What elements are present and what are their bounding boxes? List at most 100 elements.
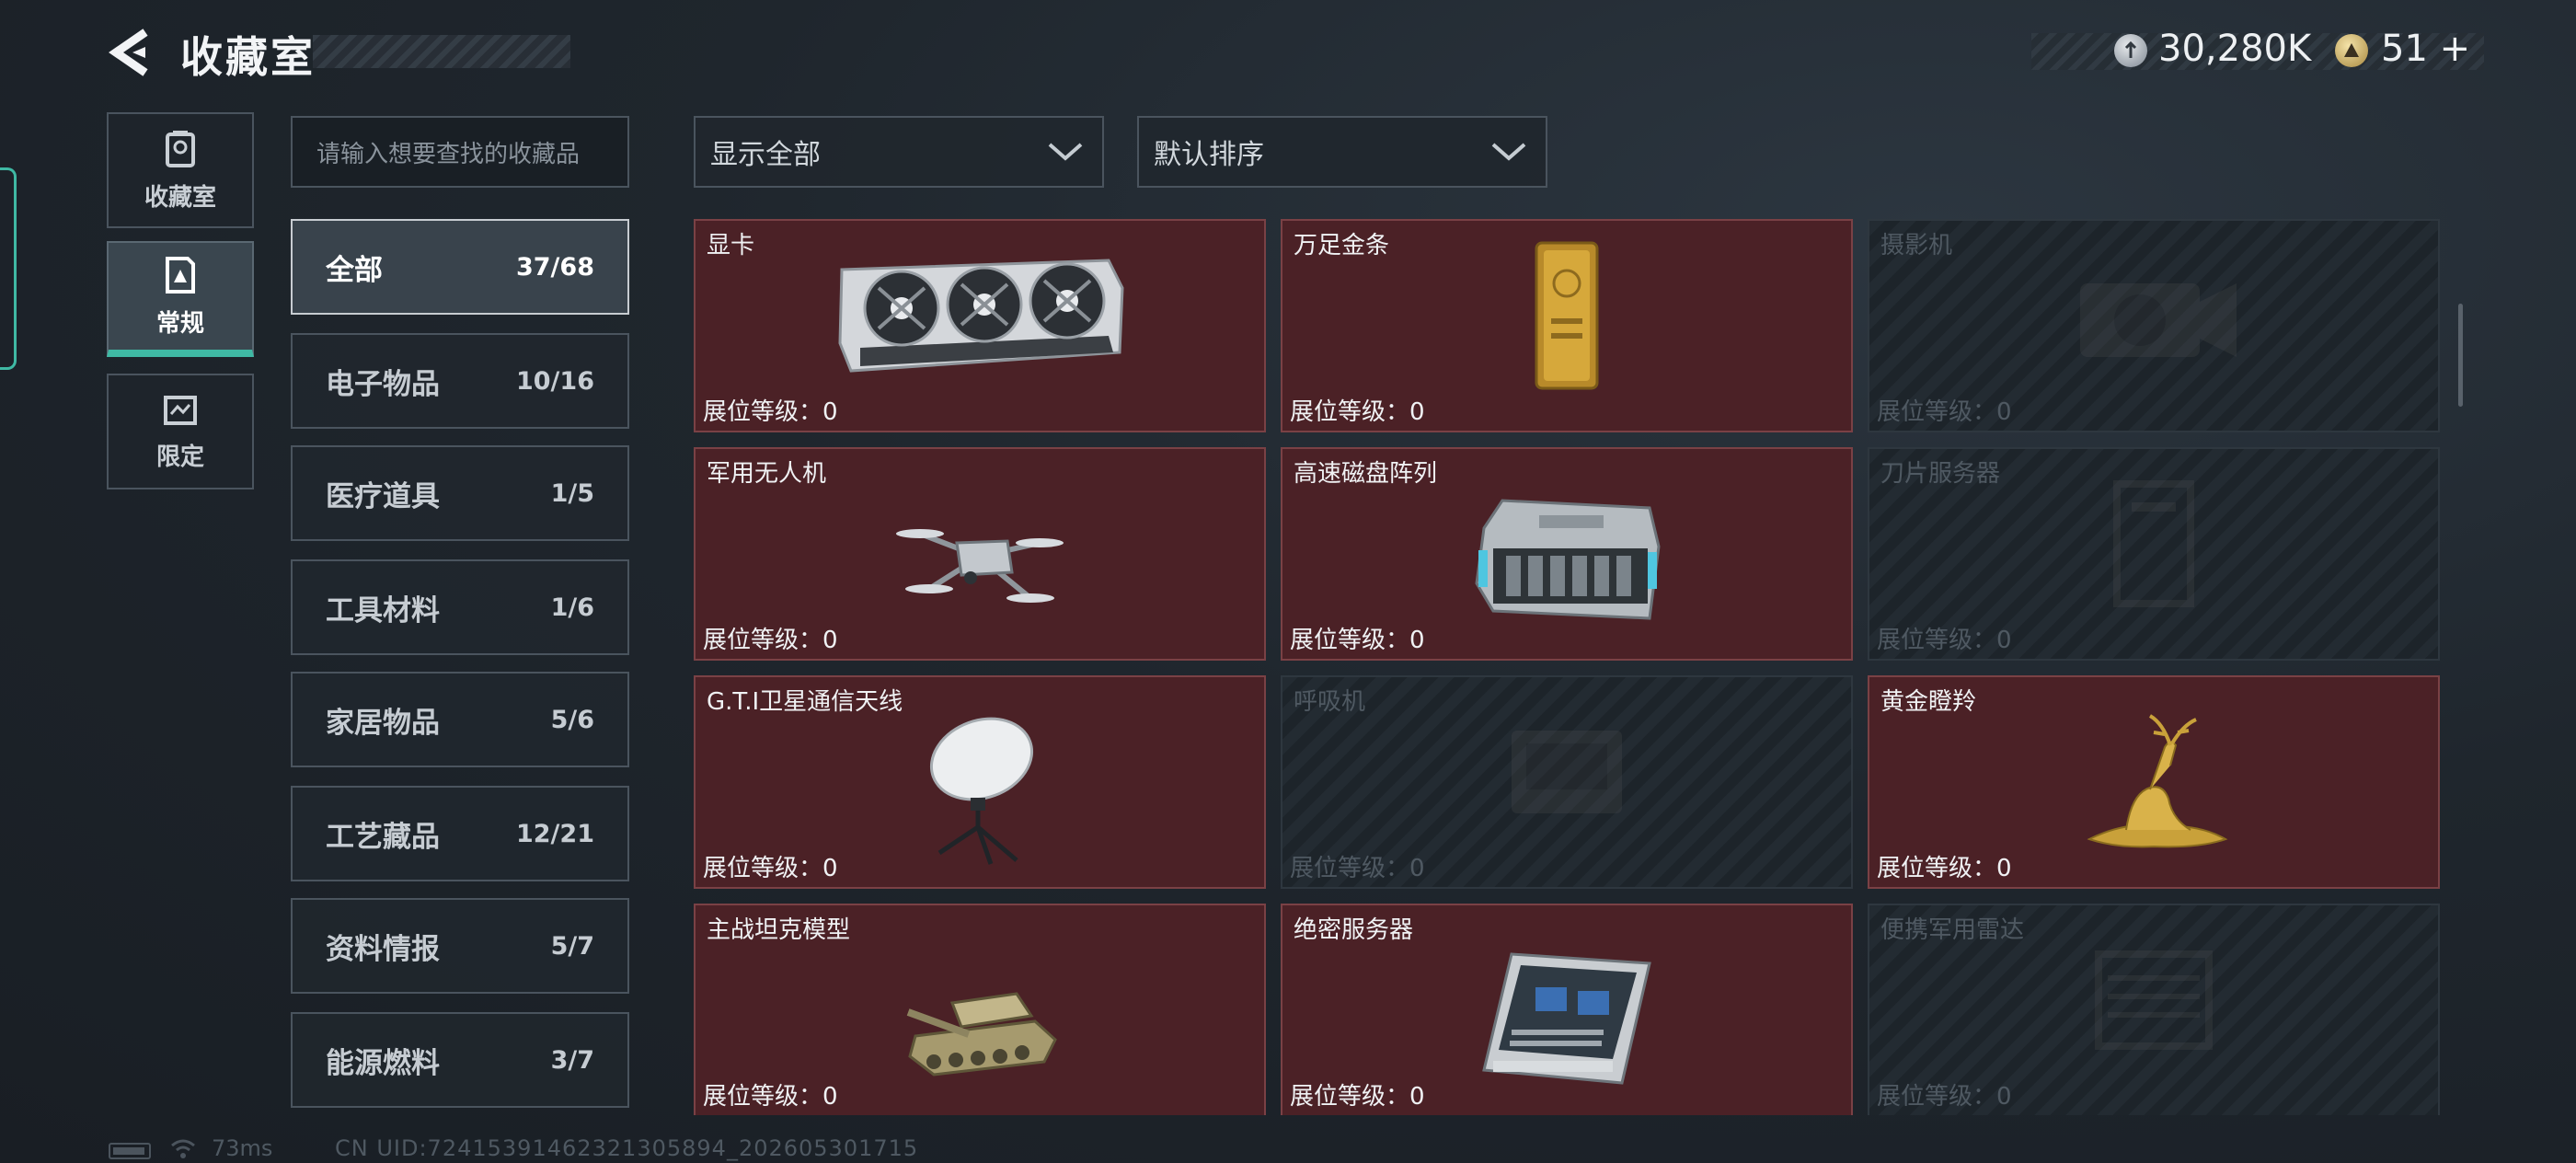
category-name: 工具材料 [326, 593, 440, 628]
wifi-icon [169, 1137, 197, 1159]
search-placeholder: 请输入想要查找的收藏品 [316, 140, 581, 168]
category-tools[interactable]: 工具材料 1/6 [291, 559, 629, 655]
money-value: 30,280K [2158, 28, 2312, 70]
category-count: 37/68 [515, 252, 594, 282]
item-card-disk-array[interactable]: 高速磁盘阵列 展位等级：0 [1281, 447, 1853, 661]
disk-array-icon [1466, 491, 1668, 633]
graphics-card-icon [833, 251, 1127, 384]
category-household[interactable]: 家居物品 5/6 [291, 672, 629, 767]
category-name: 全部 [326, 253, 383, 287]
category-name: 医疗道具 [326, 479, 440, 513]
drone-icon [892, 488, 1067, 629]
item-level: 展位等级：0 [703, 1083, 838, 1111]
tank-model-icon [897, 948, 1063, 1089]
nav-regular-label: 常规 [155, 309, 204, 338]
item-level: 展位等级：0 [703, 398, 838, 426]
ventilator-icon [1493, 712, 1640, 835]
item-card-server[interactable]: 绝密服务器 展位等级：0 [1281, 904, 1853, 1115]
item-card-camera[interactable]: 摄影机 展位等级：0 [1868, 219, 2440, 432]
gold-ticket-icon [2335, 34, 2368, 67]
category-count: 3/7 [550, 1045, 594, 1075]
grid-scrollbar[interactable] [2458, 304, 2463, 407]
category-count: 10/16 [515, 366, 594, 396]
ticket-value[interactable]: 51 + [2381, 28, 2470, 70]
item-card-golden-gazelle[interactable]: 黄金瞪羚 展位等级：0 [1868, 675, 2440, 889]
category-name: 资料情报 [326, 932, 440, 966]
item-card-radar[interactable]: 便携军用雷达 展位等级：0 [1868, 904, 2440, 1115]
category-fuel[interactable]: 能源燃料 3/7 [291, 1012, 629, 1108]
server-icon [1475, 945, 1659, 1096]
nav-limited-label: 限定 [155, 443, 204, 471]
item-name: 军用无人机 [707, 460, 827, 488]
back-arrow-icon [109, 29, 148, 76]
category-intel[interactable]: 资料情报 5/7 [291, 898, 629, 994]
item-name: 主战坦克模型 [707, 916, 851, 944]
category-name: 能源燃料 [326, 1046, 440, 1080]
item-level: 展位等级：0 [703, 855, 838, 882]
sort-value: 默认排序 [1154, 139, 1264, 171]
item-name: 摄影机 [1880, 232, 1953, 259]
item-card-drone[interactable]: 军用无人机 展位等级：0 [694, 447, 1266, 661]
ticket-count: 51 [2381, 28, 2428, 70]
nav-limited[interactable]: 限定 [107, 374, 254, 489]
category-electronics[interactable]: 电子物品 10/16 [291, 333, 629, 429]
item-name: 显卡 [707, 232, 755, 259]
satellite-antenna-icon [906, 715, 1053, 875]
display-filter-dropdown[interactable]: 显示全部 [694, 116, 1104, 188]
search-input[interactable]: 请输入想要查找的收藏品 [291, 116, 629, 188]
gold-bar-icon [1525, 237, 1608, 397]
collection-icon [166, 256, 195, 294]
category-medical[interactable]: 医疗道具 1/5 [291, 445, 629, 541]
silver-coin-icon [2114, 34, 2147, 67]
item-level: 展位等级：0 [1290, 1083, 1425, 1111]
item-name: 呼吸机 [1294, 688, 1366, 716]
item-level: 展位等级：0 [1290, 398, 1425, 426]
item-name: 黄金瞪羚 [1880, 688, 1977, 716]
item-card-gold-bar[interactable]: 万足金条 展位等级：0 [1281, 219, 1853, 432]
item-card-graphics-card[interactable]: 显卡 展位等级：0 [694, 219, 1266, 432]
item-card-blade-server[interactable]: 刀片服务器 展位等级：0 [1868, 447, 2440, 661]
page-title: 收藏室 [180, 32, 316, 82]
item-card-tank-model[interactable]: 主战坦克模型 展位等级：0 [694, 904, 1266, 1115]
category-count: 1/6 [550, 593, 594, 622]
item-level: 展位等级：0 [1290, 855, 1425, 882]
item-name: 便携军用雷达 [1880, 916, 2025, 944]
back-button[interactable] [103, 28, 158, 77]
category-count: 1/5 [550, 478, 594, 508]
category-count: 12/21 [515, 819, 594, 848]
item-name: 刀片服务器 [1880, 460, 2001, 488]
category-crafts[interactable]: 工艺藏品 12/21 [291, 786, 629, 881]
radar-icon [2071, 936, 2237, 1068]
item-card-ventilator[interactable]: 呼吸机 展位等级：0 [1281, 675, 1853, 889]
battery-icon [109, 1143, 151, 1159]
category-name: 工艺藏品 [326, 820, 440, 854]
item-level: 展位等级：0 [1877, 1083, 2012, 1111]
side-drawer-tab[interactable] [0, 167, 17, 370]
limited-icon [164, 395, 197, 425]
add-ticket-button[interactable]: + [2440, 28, 2471, 70]
camera-icon [2062, 256, 2246, 379]
golden-gazelle-icon [2062, 710, 2246, 870]
ping-value: 73ms [212, 1135, 273, 1161]
nav-vault-label: 收藏室 [144, 183, 216, 212]
category-count: 5/6 [550, 705, 594, 734]
sort-dropdown[interactable]: 默认排序 [1137, 116, 1547, 188]
title-decoration [313, 35, 570, 68]
nav-vault[interactable]: 收藏室 [107, 112, 254, 228]
item-level: 展位等级：0 [1877, 627, 2012, 654]
item-level: 展位等级：0 [1877, 855, 2012, 882]
nav-regular[interactable]: 常规 [107, 241, 254, 357]
category-name: 家居物品 [326, 706, 440, 740]
item-card-satellite-antenna[interactable]: G.T.I卫星通信天线 展位等级：0 [694, 675, 1266, 889]
category-all[interactable]: 全部 37/68 [291, 219, 629, 315]
item-level: 展位等级：0 [1877, 398, 2012, 426]
item-name: 高速磁盘阵列 [1294, 460, 1438, 488]
display-filter-value: 显示全部 [710, 139, 821, 171]
item-name: 万足金条 [1294, 232, 1390, 259]
item-level: 展位等级：0 [703, 627, 838, 654]
item-level: 展位等级：0 [1290, 627, 1425, 654]
chevron-down-icon [1491, 143, 1526, 161]
vault-icon [166, 130, 195, 167]
user-uid: CN UID:72415391462321305894_202605301715 [335, 1135, 919, 1161]
blade-server-icon [2099, 475, 2209, 616]
